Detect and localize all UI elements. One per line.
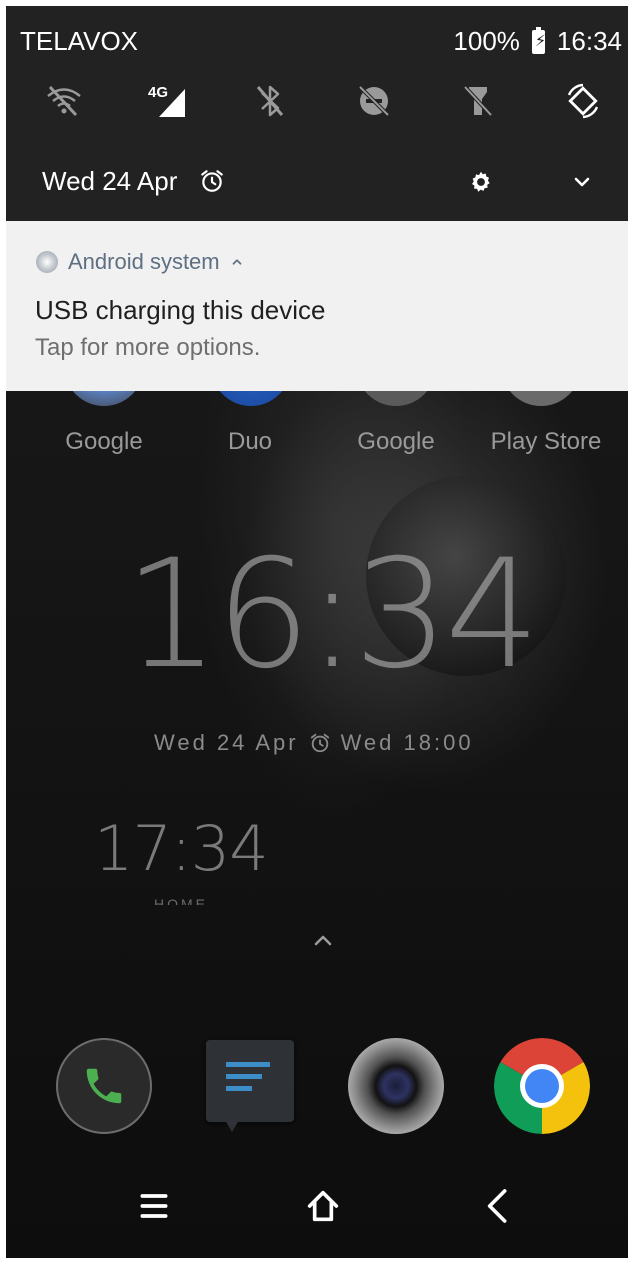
notification-header: Android system [36,249,244,275]
quick-settings-panel: TELAVOX 100% ⚡ 16:34 4G Wed 24 Apr [6,6,628,221]
messages-lines-icon [226,1062,270,1132]
home-clock-label: HOME [154,896,208,905]
quick-settings-footer: Wed 24 Apr [6,156,628,206]
home-icon[interactable] [303,1186,343,1226]
alarm-clock-icon [310,733,329,753]
app-label-google-folder[interactable]: Google [326,428,466,456]
chevron-down-icon[interactable] [570,170,594,194]
android-system-icon [36,251,58,273]
phone-handset-icon [86,1068,122,1104]
battery-charging-icon: ⚡ [531,26,546,54]
bluetooth-off-icon[interactable] [244,76,296,126]
battery-percent: 100% [453,26,520,56]
notification-card[interactable]: Android system USB charging this device … [6,221,628,391]
clock-widget-date-row: Wed 24 Apr Wed 18:00 [154,730,474,756]
home-clock-time[interactable]: 17:34 [94,812,269,885]
app-label-play-store[interactable]: Play Store [471,428,621,456]
app-label-duo[interactable]: Duo [180,428,320,456]
clock-widget-date: Wed 24 Apr [154,730,299,755]
notification-text: Tap for more options. [35,334,261,361]
carrier-name: TELAVOX [20,26,139,56]
flashlight-off-icon[interactable] [452,76,504,126]
alarm-clock-icon[interactable] [199,168,225,194]
phone-icon[interactable] [56,1038,152,1134]
clock-widget-alarm: Wed 18:00 [340,730,474,755]
auto-rotate-icon[interactable] [557,76,609,126]
phone-screen: Google Duo Google Play Store 16:34 Wed 2… [6,6,628,1258]
menu-icon[interactable] [134,1186,174,1226]
app-label-google[interactable]: Google [34,428,174,456]
chrome-logo-icon [494,1038,590,1134]
status-time: 16:34 [556,26,622,56]
chevron-up-icon[interactable] [311,928,335,952]
gear-icon[interactable] [468,169,494,195]
network-type-label: 4G [148,84,168,101]
back-icon[interactable] [478,1186,518,1226]
notification-app-name: Android system [68,249,220,274]
wifi-off-icon[interactable] [38,76,90,126]
status-bar-right: 100% ⚡ 16:34 [453,26,622,57]
do-not-disturb-off-icon[interactable] [348,76,400,126]
notification-title: USB charging this device [35,295,326,325]
chrome-icon[interactable] [494,1038,590,1134]
mobile-data-4g-icon[interactable]: 4G [141,76,193,126]
navigation-bar [6,1168,628,1258]
quick-settings-date[interactable]: Wed 24 Apr [42,166,177,197]
clock-widget-time[interactable]: 16:34 [124,528,540,702]
chevron-up-icon[interactable] [230,255,244,269]
messages-icon[interactable] [206,1040,294,1132]
camera-icon[interactable] [348,1038,444,1134]
quick-settings-tiles: 4G [6,76,628,126]
